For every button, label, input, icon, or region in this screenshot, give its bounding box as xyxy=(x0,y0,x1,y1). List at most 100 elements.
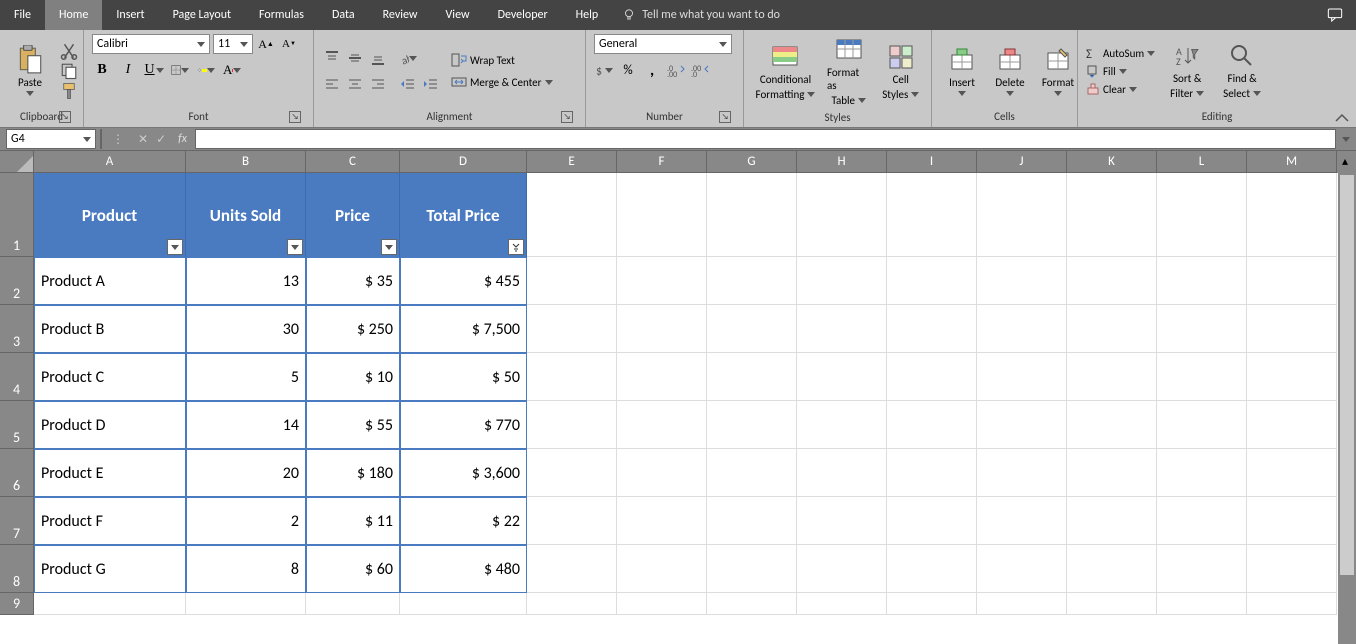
merge-center-button[interactable]: Merge & Center xyxy=(451,74,553,90)
table-cell[interactable]: 5 xyxy=(186,353,306,401)
table-cell[interactable]: $ 11 xyxy=(306,497,400,545)
cancel-formula-icon[interactable]: ✕ xyxy=(138,132,148,147)
row-header-2[interactable]: 2 xyxy=(0,257,34,305)
table-header-total-price[interactable]: Total Price xyxy=(400,173,527,257)
find-select-button[interactable]: Find & Select xyxy=(1219,40,1265,102)
row-header-1[interactable]: 1 xyxy=(0,173,34,257)
tell-me[interactable]: Tell me what you want to do xyxy=(622,8,780,22)
row-header-3[interactable]: 3 xyxy=(0,305,34,353)
col-header-E[interactable]: E xyxy=(527,151,617,173)
increase-decimal-icon[interactable]: .0.00 xyxy=(666,60,686,80)
col-header-H[interactable]: H xyxy=(797,151,887,173)
menu-tab-data[interactable]: Data xyxy=(318,0,369,30)
table-cell[interactable]: Product F xyxy=(34,497,186,545)
expand-formula-bar-icon[interactable] xyxy=(1342,137,1350,142)
table-cell[interactable]: $ 50 xyxy=(400,353,527,401)
row-header-9[interactable]: 9 xyxy=(0,593,34,615)
col-header-I[interactable]: I xyxy=(887,151,977,173)
col-header-C[interactable]: C xyxy=(306,151,400,173)
name-box[interactable]: G4 xyxy=(6,129,96,149)
wrap-text-button[interactable]: Wrap Text xyxy=(451,52,553,68)
menu-tab-home[interactable]: Home xyxy=(45,0,102,30)
comma-format-icon[interactable]: , xyxy=(642,60,662,80)
filter-button[interactable] xyxy=(508,239,524,255)
align-bottom-icon[interactable] xyxy=(368,48,388,68)
col-header-A[interactable]: A xyxy=(34,151,186,173)
align-top-icon[interactable] xyxy=(322,48,342,68)
row-headers[interactable]: 123456789 xyxy=(0,173,34,615)
namebar-menu-icon[interactable]: ⋮ xyxy=(106,132,130,147)
format-cells-button[interactable]: Format xyxy=(1036,44,1080,98)
col-header-G[interactable]: G xyxy=(707,151,797,173)
table-cell[interactable]: $ 35 xyxy=(306,257,400,305)
number-dialog-launcher[interactable]: ↘ xyxy=(719,111,731,123)
cut-icon[interactable] xyxy=(60,42,78,60)
table-cell[interactable]: $ 7,500 xyxy=(400,305,527,353)
filter-button[interactable] xyxy=(167,239,183,255)
table-cell[interactable]: $ 55 xyxy=(306,401,400,449)
font-color-button[interactable]: A xyxy=(222,60,242,80)
menu-tab-formulas[interactable]: Formulas xyxy=(245,0,318,30)
row-header-7[interactable]: 7 xyxy=(0,497,34,545)
table-cell[interactable]: 14 xyxy=(186,401,306,449)
col-header-K[interactable]: K xyxy=(1067,151,1157,173)
align-center-icon[interactable] xyxy=(345,74,365,94)
conditional-formatting-button[interactable]: Conditional Formatting xyxy=(752,41,819,103)
table-cell[interactable]: $ 10 xyxy=(306,353,400,401)
sort-filter-button[interactable]: AZ Sort & Filter xyxy=(1165,40,1209,102)
font-size-select[interactable]: 11 xyxy=(213,34,253,54)
menu-tab-view[interactable]: View xyxy=(432,0,484,30)
enter-formula-icon[interactable]: ✓ xyxy=(156,132,166,147)
col-header-B[interactable]: B xyxy=(186,151,306,173)
col-header-F[interactable]: F xyxy=(617,151,707,173)
increase-indent-icon[interactable] xyxy=(421,74,441,94)
clipboard-dialog-launcher[interactable]: ↘ xyxy=(59,111,71,123)
menu-tab-file[interactable]: File xyxy=(0,0,45,30)
percent-format-icon[interactable]: % xyxy=(618,60,638,80)
delete-cells-button[interactable]: Delete xyxy=(988,44,1032,98)
formula-bar-input[interactable] xyxy=(195,129,1336,149)
menu-tab-review[interactable]: Review xyxy=(369,0,432,30)
table-cell[interactable]: Product G xyxy=(34,545,186,593)
borders-button[interactable] xyxy=(170,60,190,80)
number-format-select[interactable]: General xyxy=(594,34,732,54)
cell-grid[interactable]: ProductUnits SoldPriceTotal PriceProduct… xyxy=(34,173,1356,644)
row-header-6[interactable]: 6 xyxy=(0,449,34,497)
format-painter-icon[interactable] xyxy=(60,82,78,100)
bold-button[interactable]: B xyxy=(92,60,112,80)
insert-cells-button[interactable]: Insert xyxy=(940,44,984,98)
accounting-format-icon[interactable]: $ xyxy=(594,60,614,80)
align-right-icon[interactable] xyxy=(368,74,388,94)
table-cell[interactable]: $ 770 xyxy=(400,401,527,449)
table-cell[interactable]: $ 3,600 xyxy=(400,449,527,497)
orientation-icon[interactable]: ab xyxy=(398,48,418,68)
col-header-D[interactable]: D xyxy=(400,151,527,173)
table-cell[interactable]: 30 xyxy=(186,305,306,353)
fx-icon[interactable]: fx xyxy=(178,132,187,146)
select-all-corner[interactable] xyxy=(0,151,34,173)
table-cell[interactable]: 2 xyxy=(186,497,306,545)
filter-button[interactable] xyxy=(381,239,397,255)
comments-icon[interactable] xyxy=(1326,7,1344,23)
col-header-L[interactable]: L xyxy=(1157,151,1247,173)
table-cell[interactable]: Product B xyxy=(34,305,186,353)
copy-icon[interactable] xyxy=(60,62,78,80)
vertical-scrollbar[interactable]: ▴ xyxy=(1338,151,1356,644)
scroll-thumb[interactable] xyxy=(1340,175,1354,575)
filter-button[interactable] xyxy=(287,239,303,255)
autosum-button[interactable]: ΣAutoSum xyxy=(1086,46,1155,60)
table-cell[interactable]: $ 455 xyxy=(400,257,527,305)
row-header-5[interactable]: 5 xyxy=(0,401,34,449)
font-dialog-launcher[interactable]: ↘ xyxy=(289,111,301,123)
table-header-price[interactable]: Price xyxy=(306,173,400,257)
menu-tab-help[interactable]: Help xyxy=(562,0,613,30)
fill-button[interactable]: Fill xyxy=(1086,64,1155,78)
cell-styles-button[interactable]: Cell Styles xyxy=(879,41,923,103)
menu-tab-page-layout[interactable]: Page Layout xyxy=(159,0,245,30)
table-cell[interactable]: $ 60 xyxy=(306,545,400,593)
decrease-indent-icon[interactable] xyxy=(398,74,418,94)
col-header-J[interactable]: J xyxy=(977,151,1067,173)
collapse-ribbon-icon[interactable] xyxy=(1334,113,1350,123)
scroll-up-icon[interactable]: ▴ xyxy=(1342,154,1348,169)
decrease-decimal-icon[interactable]: .00.0 xyxy=(690,60,710,80)
